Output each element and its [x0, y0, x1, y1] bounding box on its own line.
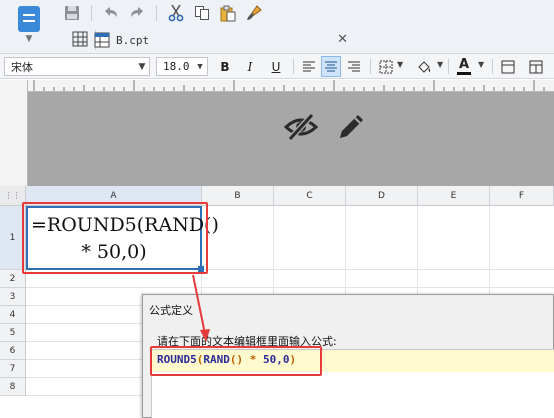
- align-right-button[interactable]: [344, 56, 364, 77]
- chevron-down-icon[interactable]: ▼: [397, 60, 403, 69]
- toolbar-divider: [91, 5, 92, 21]
- tab-b-cpt[interactable]: B.cpt ✕: [90, 26, 360, 54]
- chevron-down-icon: ▼: [25, 34, 33, 44]
- chevron-down-icon: ▼: [138, 61, 146, 72]
- toolbar-divider: [156, 5, 157, 21]
- font-family-value: 宋体: [11, 60, 33, 74]
- copy-icon[interactable]: [192, 3, 212, 23]
- pencil-icon[interactable]: [334, 110, 368, 144]
- app-menu-button[interactable]: ▼: [14, 6, 44, 48]
- row-header-5[interactable]: 5: [0, 324, 26, 342]
- chevron-down-icon[interactable]: ▼: [437, 60, 443, 69]
- column-header-c[interactable]: C: [274, 186, 346, 206]
- font-color-letter: A: [458, 57, 470, 72]
- border-button[interactable]: [376, 56, 396, 77]
- document-tab-row: B.cpt ✕: [62, 26, 554, 54]
- font-size-value: 18.0: [163, 60, 190, 73]
- toolbar-divider: [293, 59, 294, 74]
- row-header-8[interactable]: 8: [0, 378, 26, 396]
- annotation-highlight-editor: [150, 346, 322, 376]
- document-icon: [18, 6, 40, 32]
- fill-color-button[interactable]: [414, 56, 434, 77]
- save-icon[interactable]: [62, 3, 82, 23]
- redo-icon[interactable]: [127, 3, 147, 23]
- toolbar-divider: [492, 59, 493, 74]
- align-center-button[interactable]: [321, 56, 341, 77]
- annotation-highlight-cell: [22, 202, 208, 274]
- close-icon[interactable]: ✕: [337, 32, 348, 47]
- merge-cells-icon: [501, 60, 515, 73]
- column-header-d[interactable]: D: [346, 186, 418, 206]
- font-color-button[interactable]: A: [454, 56, 474, 77]
- row-header-6[interactable]: 6: [0, 342, 26, 360]
- toolbar-divider: [448, 59, 449, 74]
- border-icon: [379, 60, 393, 73]
- italic-button[interactable]: I: [240, 56, 260, 77]
- column-header-e[interactable]: E: [418, 186, 490, 206]
- font-family-select[interactable]: 宋体 ▼: [4, 57, 150, 76]
- split-cells-icon: [529, 60, 543, 73]
- row-header-3[interactable]: 3: [0, 288, 26, 306]
- paint-bucket-icon: [418, 60, 431, 73]
- font-color-swatch: [457, 72, 471, 75]
- align-left-button[interactable]: [299, 56, 319, 77]
- ruler-ticks: [33, 80, 545, 91]
- align-left-icon: [303, 61, 315, 71]
- bold-button[interactable]: B: [215, 56, 235, 77]
- grid-line: [26, 287, 554, 288]
- brush-icon[interactable]: [244, 3, 264, 23]
- align-center-icon: [325, 61, 337, 71]
- font-size-select[interactable]: 18.0 ▼: [156, 57, 208, 76]
- report-file-icon: [94, 32, 110, 48]
- format-toolbar: 宋体 ▼ 18.0 ▼ B I U ▼ ▼ A ▼: [0, 54, 554, 79]
- undo-icon[interactable]: [101, 3, 121, 23]
- align-right-icon: [348, 61, 360, 71]
- split-cells-button[interactable]: [526, 56, 546, 77]
- vertical-ruler: [0, 80, 28, 186]
- quick-access-toolbar: [62, 2, 264, 24]
- column-header-b[interactable]: B: [202, 186, 274, 206]
- row-header-4[interactable]: 4: [0, 306, 26, 324]
- chevron-down-icon: ▼: [197, 61, 203, 72]
- row-header-7[interactable]: 7: [0, 360, 26, 378]
- chevron-down-icon[interactable]: ▼: [478, 60, 484, 69]
- eye-slash-icon[interactable]: [283, 112, 319, 142]
- cut-icon[interactable]: [166, 3, 186, 23]
- merge-cells-button[interactable]: [498, 56, 518, 77]
- toolbar-divider: [370, 59, 371, 74]
- horizontal-ruler: [28, 80, 554, 92]
- table-grid-icon[interactable]: [72, 31, 88, 47]
- paste-icon[interactable]: [218, 3, 238, 23]
- dialog-title: 公式定义: [149, 304, 193, 317]
- tab-label: B.cpt: [116, 33, 150, 47]
- main-toolbar: ▼ B.cpt ✕: [0, 0, 554, 54]
- column-header-f[interactable]: F: [490, 186, 554, 206]
- underline-button[interactable]: U: [266, 56, 286, 77]
- report-header-area: [0, 80, 554, 186]
